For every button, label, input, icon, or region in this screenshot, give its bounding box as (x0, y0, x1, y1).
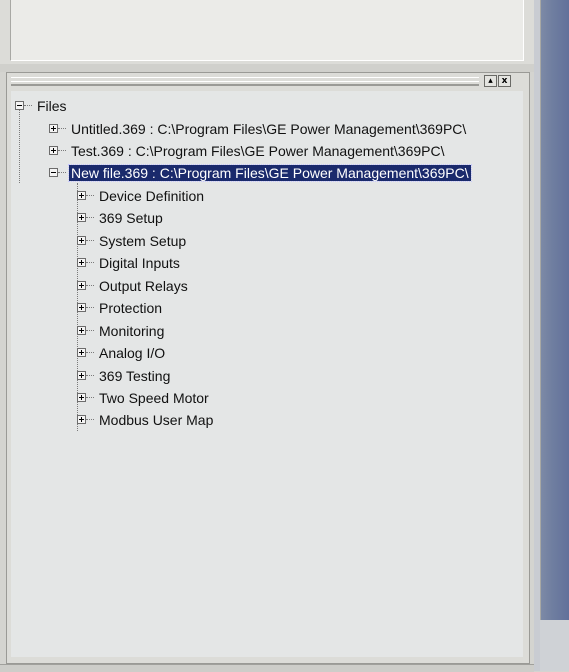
close-button[interactable]: x (498, 75, 511, 87)
close-icon: x (501, 76, 508, 86)
tree-node-digital-inputs[interactable]: Digital Inputs (77, 253, 182, 272)
file-label: Untitled.369 : C:\Program Files\GE Power… (71, 120, 467, 137)
expand-icon[interactable] (77, 236, 86, 245)
tree-branch-line (86, 262, 94, 263)
file-tree: Files Untitled.369 : C:\Program Files\GE… (11, 91, 523, 657)
panel-splitter[interactable] (0, 64, 534, 72)
workspace-background (540, 0, 569, 620)
node-label: Device Definition (99, 187, 205, 204)
tree-node-369-testing[interactable]: 369 Testing (77, 366, 172, 385)
tree-branch-line (58, 172, 66, 173)
upper-panel-content (10, 0, 524, 61)
tree-node-device-definition[interactable]: Device Definition (77, 186, 206, 205)
tree-branch-line (86, 419, 94, 420)
tree-node-two-speed-motor[interactable]: Two Speed Motor (77, 388, 211, 407)
tree-connector-root (19, 105, 20, 183)
tree-branch-line (58, 150, 66, 151)
tree-node-analog-io[interactable]: Analog I/O (77, 343, 167, 362)
tree-branch-line (24, 105, 32, 106)
tree-branch-line (86, 240, 94, 241)
tree-node-protection[interactable]: Protection (77, 298, 164, 317)
tree-file-item-selected[interactable]: New file.369 : C:\Program Files\GE Power… (49, 163, 472, 182)
node-label: Modbus User Map (99, 411, 214, 428)
node-label: 369 Testing (99, 367, 171, 384)
tree-branch-line (86, 217, 94, 218)
tree-node-369-setup[interactable]: 369 Setup (77, 208, 165, 227)
expand-icon[interactable] (49, 124, 58, 133)
tree-file-item[interactable]: Untitled.369 : C:\Program Files\GE Power… (49, 119, 468, 138)
expand-icon[interactable] (77, 303, 86, 312)
right-lower-area (540, 620, 569, 671)
expand-icon[interactable] (77, 258, 86, 267)
restore-button[interactable]: ▴ (484, 75, 497, 87)
tree-branch-line (86, 375, 94, 376)
tree-file-item[interactable]: Test.369 : C:\Program Files\GE Power Man… (49, 141, 447, 160)
tree-branch-line (86, 352, 94, 353)
tree-branch-line (58, 128, 66, 129)
node-label: Monitoring (99, 322, 165, 339)
expand-icon[interactable] (77, 393, 86, 402)
tree-branch-line (86, 195, 94, 196)
collapse-icon[interactable] (15, 101, 24, 110)
tree-root[interactable]: Files (15, 96, 69, 115)
node-label: Analog I/O (99, 344, 166, 361)
expand-icon[interactable] (77, 348, 86, 357)
panel-title-bar[interactable]: ▴ x (7, 73, 529, 89)
tree-node-system-setup[interactable]: System Setup (77, 231, 188, 250)
restore-icon: ▴ (488, 76, 493, 86)
tree-branch-line (86, 307, 94, 308)
file-tree-panel: ▴ x Files Untitled.369 : C:\Program File… (6, 72, 530, 664)
collapse-icon[interactable] (49, 168, 58, 177)
tree-node-monitoring[interactable]: Monitoring (77, 321, 166, 340)
expand-icon[interactable] (49, 146, 58, 155)
expand-icon[interactable] (77, 326, 86, 335)
tree-branch-line (86, 397, 94, 398)
node-label: 369 Setup (99, 209, 163, 226)
expand-icon[interactable] (77, 191, 86, 200)
tree-branch-line (86, 285, 94, 286)
tree-root-label: Files (37, 97, 67, 114)
expand-icon[interactable] (77, 213, 86, 222)
expand-icon[interactable] (77, 281, 86, 290)
node-label: System Setup (99, 232, 187, 249)
tree-node-output-relays[interactable]: Output Relays (77, 276, 190, 295)
tree-branch-line (86, 330, 94, 331)
expand-icon[interactable] (77, 371, 86, 380)
node-label: Output Relays (99, 277, 188, 294)
file-label: Test.369 : C:\Program Files\GE Power Man… (71, 142, 445, 159)
upper-panel (0, 0, 534, 64)
tree-node-modbus-user-map[interactable]: Modbus User Map (77, 410, 215, 429)
drag-grip-lower (11, 81, 479, 86)
expand-icon[interactable] (77, 415, 86, 424)
file-label-selected: New file.369 : C:\Program Files\GE Power… (68, 163, 472, 182)
node-label: Digital Inputs (99, 254, 180, 271)
node-label: Two Speed Motor (99, 389, 209, 406)
node-label: Protection (99, 299, 163, 316)
